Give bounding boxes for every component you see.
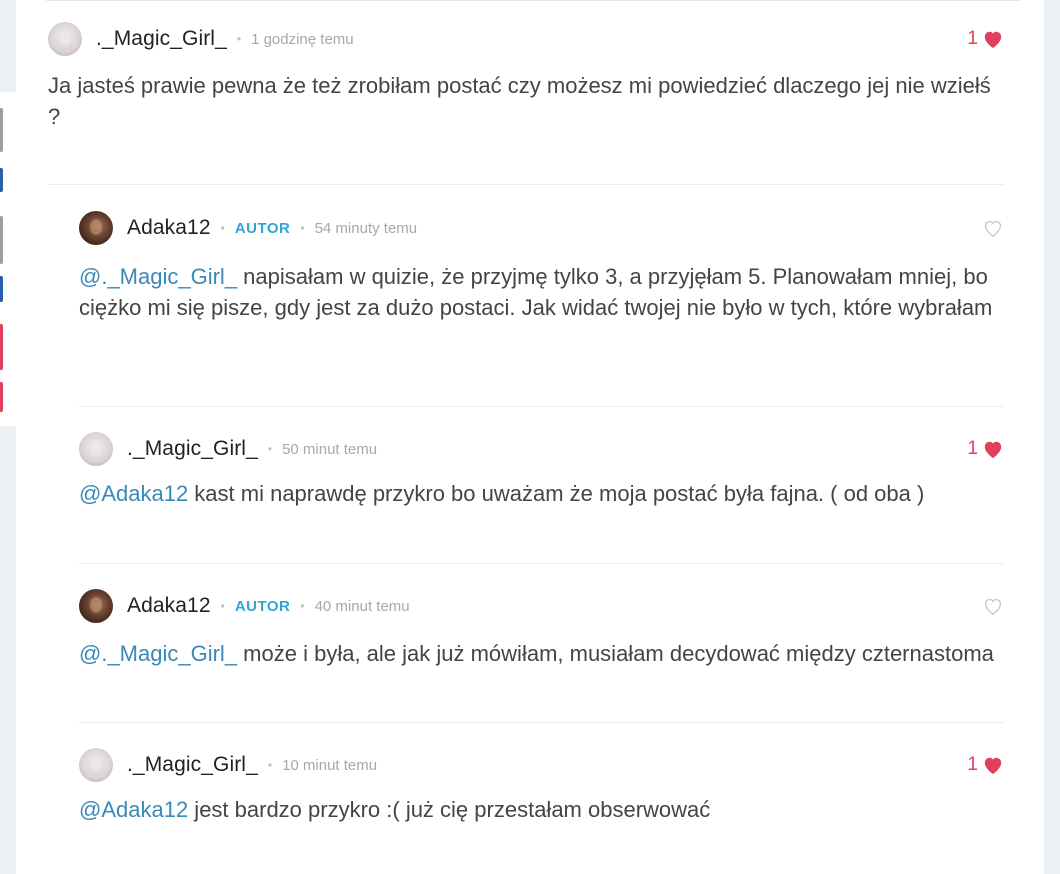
comment: ._Magic_Girl_ • 1 godzinę temu 1 Ja jast…	[48, 19, 1004, 132]
username[interactable]: Adaka12	[127, 594, 211, 618]
like-count: 1	[967, 438, 978, 459]
share-mark-5[interactable]	[0, 324, 3, 370]
comment-divider	[79, 722, 1004, 723]
share-mark-1[interactable]	[0, 108, 3, 152]
comment-text: @._Magic_Girl_ może i była, ale jak już …	[79, 638, 1004, 669]
timestamp: 40 minut temu	[314, 597, 410, 615]
avatar[interactable]	[79, 211, 113, 245]
separator-dot: •	[267, 758, 273, 772]
avatar[interactable]	[79, 589, 113, 623]
mention-link[interactable]: @._Magic_Girl_	[79, 641, 237, 666]
timestamp: 10 minut temu	[282, 756, 378, 774]
separator-dot: •	[220, 221, 225, 235]
username[interactable]: ._Magic_Girl_	[127, 437, 258, 461]
like-button[interactable]	[978, 586, 1004, 626]
heart-outline-icon	[984, 220, 1002, 237]
comments-panel: ._Magic_Girl_ • 1 godzinę temu 1 Ja jast…	[16, 0, 1044, 874]
heart-outline-icon	[984, 598, 1002, 615]
share-mark-2[interactable]	[0, 168, 3, 192]
share-mark-3[interactable]	[0, 216, 3, 264]
separator-dot: •	[300, 599, 305, 613]
comment-divider	[48, 184, 1004, 185]
comment-reply: Adaka12 • AUTOR • 54 minuty temu @._Magi…	[79, 208, 1004, 323]
author-badge: AUTOR	[234, 219, 291, 237]
comment-header: ._Magic_Girl_ • 10 minut temu 1	[79, 745, 1004, 785]
share-mark-6[interactable]	[0, 382, 3, 412]
author-badge: AUTOR	[234, 597, 291, 615]
timestamp: 54 minuty temu	[314, 219, 418, 237]
comment-text: @Adaka12 kast mi naprawdę przykro bo uwa…	[79, 478, 1004, 509]
top-divider	[46, 0, 1020, 1]
like-button[interactable]: 1	[967, 19, 1004, 59]
separator-dot: •	[300, 221, 305, 235]
username[interactable]: ._Magic_Girl_	[96, 27, 227, 51]
share-mark-4[interactable]	[0, 276, 3, 302]
share-sidebar	[0, 92, 16, 426]
separator-dot: •	[236, 32, 242, 46]
heart-filled-icon	[984, 441, 1002, 459]
like-button[interactable]: 1	[967, 745, 1004, 785]
username[interactable]: ._Magic_Girl_	[127, 753, 258, 777]
heart-filled-icon	[984, 31, 1002, 49]
comment-body: może i była, ale jak już mówiłam, musiał…	[237, 641, 994, 666]
like-button[interactable]	[978, 208, 1004, 248]
username[interactable]: Adaka12	[127, 216, 211, 240]
mention-link[interactable]: @._Magic_Girl_	[79, 264, 237, 289]
separator-dot: •	[220, 599, 225, 613]
comment-text: @._Magic_Girl_ napisałam w quizie, że pr…	[79, 261, 1004, 323]
like-button[interactable]: 1	[967, 429, 1004, 469]
comment-body: Ja jasteś prawie pewna że też zrobiłam p…	[48, 73, 991, 129]
timestamp: 1 godzinę temu	[251, 30, 354, 48]
comment-divider	[79, 406, 1004, 407]
timestamp: 50 minut temu	[282, 440, 378, 458]
heart-filled-icon	[984, 757, 1002, 775]
comment-reply: Adaka12 • AUTOR • 40 minut temu @._Magic…	[79, 586, 1004, 669]
separator-dot: •	[267, 442, 273, 456]
comment-body: jest bardzo przykro :( już cię przestała…	[188, 797, 711, 822]
like-count: 1	[967, 754, 978, 775]
avatar[interactable]	[79, 432, 113, 466]
comment-body: kast mi naprawdę przykro bo uważam że mo…	[188, 481, 925, 506]
comment-header: Adaka12 • AUTOR • 54 minuty temu	[79, 208, 1004, 248]
mention-link[interactable]: @Adaka12	[79, 481, 188, 506]
avatar[interactable]	[79, 748, 113, 782]
comment-reply: ._Magic_Girl_ • 50 minut temu 1 @Adaka12…	[79, 429, 1004, 509]
mention-link[interactable]: @Adaka12	[79, 797, 188, 822]
avatar[interactable]	[48, 22, 82, 56]
comment-header: ._Magic_Girl_ • 1 godzinę temu 1	[48, 19, 1004, 59]
like-count: 1	[967, 28, 978, 49]
comment-header: Adaka12 • AUTOR • 40 minut temu	[79, 586, 1004, 626]
comment-text: @Adaka12 jest bardzo przykro :( już cię …	[79, 794, 1004, 825]
comment-text: Ja jasteś prawie pewna że też zrobiłam p…	[48, 70, 1004, 132]
comment-divider	[79, 563, 1004, 564]
comment-header: ._Magic_Girl_ • 50 minut temu 1	[79, 429, 1004, 469]
comment-reply: ._Magic_Girl_ • 10 minut temu 1 @Adaka12…	[79, 745, 1004, 825]
